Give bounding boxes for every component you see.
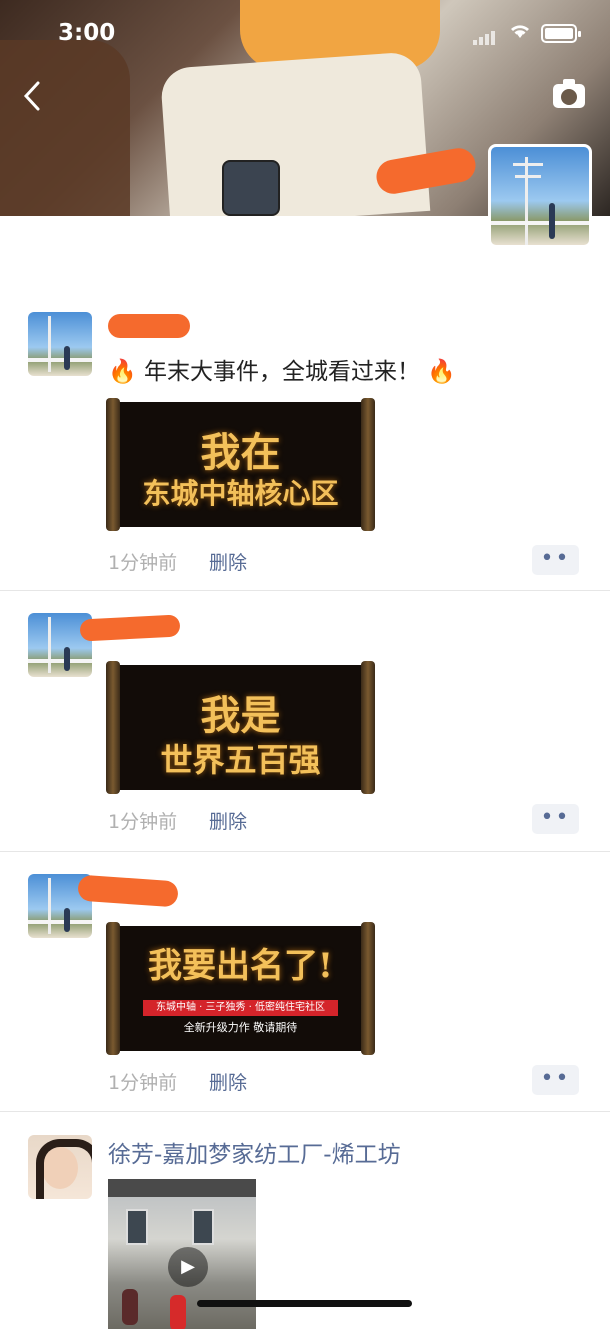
battery-icon [541, 24, 581, 43]
poster-title: 我在 [200, 429, 281, 476]
post-avatar[interactable] [28, 1135, 92, 1199]
redacted-author [77, 874, 179, 908]
poster-title: 我是 [200, 692, 281, 739]
moment-post: 我是 世界五百强 1分钟前 删除 •• [0, 613, 610, 852]
play-icon[interactable]: ▶ [168, 1247, 208, 1287]
profile-avatar[interactable] [488, 144, 592, 248]
moment-post: 徐芳-嘉加梦家纺工厂-烯工坊 ▶ [0, 1135, 610, 1329]
camera-icon[interactable] [553, 79, 585, 108]
poster-title: 我要出名了! [148, 946, 333, 986]
back-icon[interactable] [22, 80, 42, 118]
post-time: 1分钟前 [108, 552, 178, 574]
poster-subtitle: 东城中轴核心区 [142, 477, 339, 510]
status-time: 3:00 [58, 20, 116, 46]
cover-phone [222, 160, 280, 216]
moment-post: 我要出名了! 东城中轴 · 三子独秀 · 低密纯住宅社区 全新升级力作 敬请期待… [0, 874, 610, 1112]
post-time: 1分钟前 [108, 1072, 178, 1094]
post-image[interactable]: 我要出名了! 东城中轴 · 三子独秀 · 低密纯住宅社区 全新升级力作 敬请期待 [106, 922, 375, 1055]
more-dots-icon[interactable]: •• [532, 1065, 579, 1095]
redacted-author [108, 314, 190, 338]
status-bar: 3:00 [0, 0, 610, 68]
more-dots-icon[interactable]: •• [532, 545, 579, 575]
wifi-icon [508, 20, 532, 45]
post-image[interactable]: 我是 世界五百强 [106, 661, 375, 794]
signal-icon [473, 26, 497, 45]
home-indicator [197, 1300, 412, 1307]
post-text-body: 年末大事件，全城看过来！ [143, 359, 420, 385]
post-time: 1分钟前 [108, 811, 178, 833]
delete-link[interactable]: 删除 [209, 1068, 247, 1095]
delete-link[interactable]: 删除 [209, 807, 247, 834]
more-dots-icon[interactable]: •• [532, 804, 579, 834]
flame-emoji: 🔥 [427, 359, 456, 385]
post-avatar[interactable] [28, 312, 92, 376]
post-image[interactable]: 我在 东城中轴核心区 [106, 398, 375, 531]
post-author[interactable]: 徐芳-嘉加梦家纺工厂-烯工坊 [108, 1135, 401, 1169]
poster-subtitle: 世界五百强 [160, 741, 321, 779]
delete-link[interactable]: 删除 [209, 548, 247, 575]
redacted-author [79, 614, 181, 642]
moment-post: 🔥 年末大事件，全城看过来！ 🔥 我在 东城中轴核心区 1分钟前 删除 •• [0, 312, 610, 591]
flame-emoji: 🔥 [108, 359, 137, 385]
poster-caption: 全新升级力作 敬请期待 [183, 1021, 298, 1034]
post-text: 🔥 年末大事件，全城看过来！ 🔥 [108, 352, 456, 386]
poster-banner: 东城中轴 · 三子独秀 · 低密纯住宅社区 [143, 1000, 338, 1016]
